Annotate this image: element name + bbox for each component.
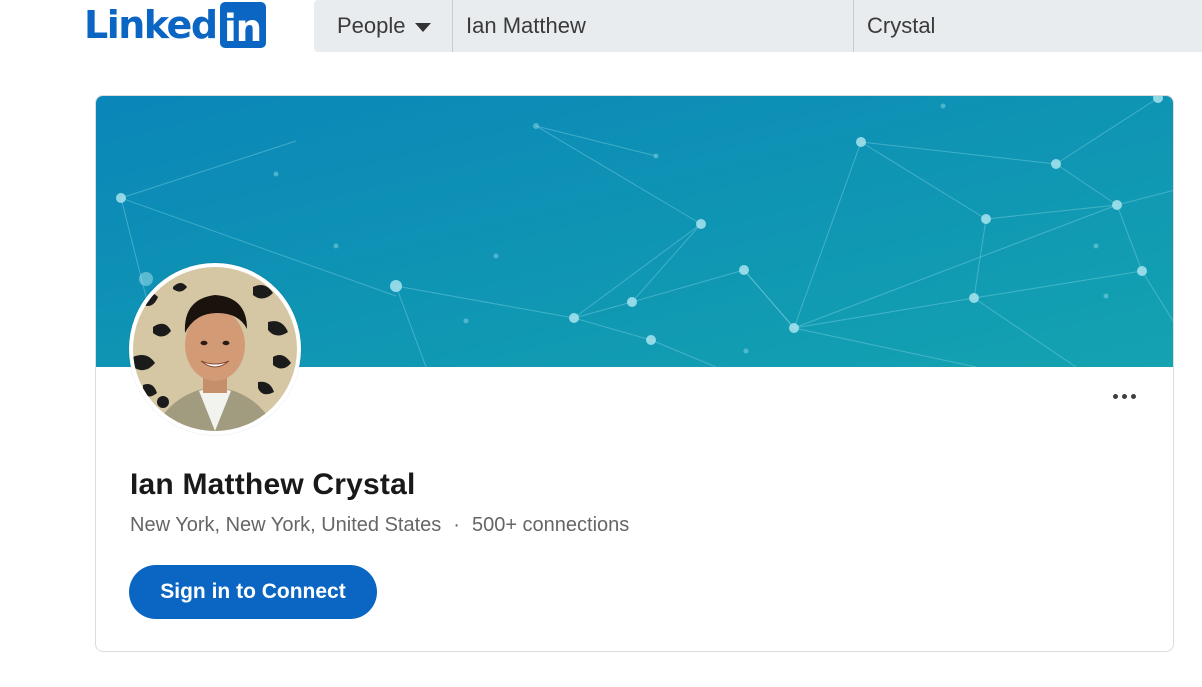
more-dot (1130, 393, 1136, 399)
search-type-dropdown[interactable]: People (314, 0, 453, 52)
profile-location: New York, New York, United States (130, 514, 442, 536)
first-name-value: Ian Matthew (466, 13, 586, 38)
profile-card: Ian Matthew Crystal New York, New York, … (95, 95, 1174, 652)
profile-name: Ian Matthew Crystal (130, 468, 416, 501)
logo-wordmark: Linked (84, 3, 218, 47)
separator-dot: · (453, 514, 460, 536)
profile-photo-image (133, 267, 297, 431)
more-dot (1112, 393, 1118, 399)
profile-connections: 500+ connections (471, 514, 630, 536)
last-name-value: Crystal (867, 13, 936, 38)
search-type-label: People (337, 13, 406, 38)
linkedin-logo[interactable]: Linked in (84, 1, 266, 49)
profile-subline: New York, New York, United States · 500+… (130, 514, 629, 537)
profile-photo[interactable] (129, 263, 301, 435)
people-search-bar: People Ian Matthew Crystal (314, 0, 1202, 52)
last-name-field[interactable]: Crystal (854, 0, 1202, 52)
sign-in-to-connect-button[interactable]: Sign in to Connect (129, 565, 377, 619)
more-dot (1121, 393, 1127, 399)
caret-down-icon (414, 22, 431, 32)
first-name-field[interactable]: Ian Matthew (453, 0, 854, 52)
logo-in-badge: in (219, 2, 266, 48)
more-options-icon[interactable] (1104, 386, 1144, 406)
